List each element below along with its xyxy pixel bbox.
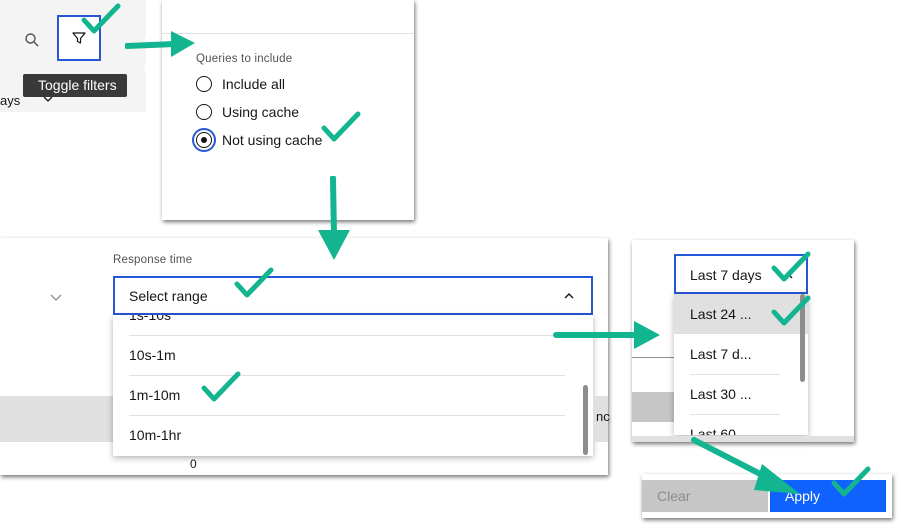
divider xyxy=(632,436,854,442)
toggle-filters-button[interactable] xyxy=(57,15,101,61)
radio-label: Include all xyxy=(222,76,286,92)
menu-option[interactable]: Last 60 ... xyxy=(690,426,751,435)
divider xyxy=(129,335,565,336)
response-time-label: Response time xyxy=(113,254,193,266)
response-time-menu[interactable]: 1s-10s 10s-1m 1m-10m 10m-1hr xyxy=(113,315,593,456)
filter-actions: Clear Apply xyxy=(642,474,892,518)
queries-legend: Queries to include xyxy=(196,53,293,65)
menu-option[interactable]: 1s-10s xyxy=(129,315,565,323)
radio-label: Not using cache xyxy=(222,132,323,148)
divider xyxy=(162,33,414,34)
divider xyxy=(690,414,780,415)
queries-filter-panel: Queries to include Include all Using cac… xyxy=(162,0,414,220)
table-header-band xyxy=(0,396,113,442)
radio-button[interactable] xyxy=(196,76,212,92)
divider xyxy=(690,374,780,375)
time-range-fragment: ays xyxy=(0,93,21,108)
select-placeholder: Select range xyxy=(129,288,208,304)
radio-button[interactable] xyxy=(196,104,212,120)
table-header-band xyxy=(632,392,674,422)
radio-button-selected[interactable] xyxy=(196,132,212,148)
scrollbar[interactable] xyxy=(583,385,588,455)
radio-include-all[interactable]: Include all xyxy=(196,76,285,92)
divider xyxy=(129,415,565,416)
search-icon xyxy=(25,33,39,47)
chevron-up-icon xyxy=(564,293,574,299)
response-time-panel: Response time Select range 1s-10s 10s-1m… xyxy=(0,238,610,475)
menu-option[interactable]: 10m-1hr xyxy=(129,427,565,443)
header-text-fragment: nc xyxy=(596,409,610,424)
search-button[interactable] xyxy=(12,18,52,62)
apply-button[interactable]: Apply xyxy=(770,480,886,512)
chevron-down-icon[interactable] xyxy=(42,93,54,105)
menu-option[interactable]: Last 24 ... xyxy=(690,306,751,322)
time-range-value: Last 7 days xyxy=(690,267,762,283)
time-range-select[interactable]: Last 7 days xyxy=(674,254,808,294)
scrollbar[interactable] xyxy=(800,294,805,382)
menu-option[interactable]: 10s-1m xyxy=(129,347,565,363)
time-range-menu[interactable]: Last 24 ... Last 7 d... Last 30 ... Last… xyxy=(674,294,808,435)
axis-label: 0 xyxy=(190,457,197,471)
divider xyxy=(632,357,674,358)
divider xyxy=(129,375,565,376)
menu-option[interactable]: 1m-10m xyxy=(129,387,565,403)
tooltip: Toggle filters xyxy=(23,74,127,97)
menu-option[interactable]: Last 30 ... xyxy=(690,386,751,402)
chevron-up-icon xyxy=(783,273,793,279)
clear-button[interactable]: Clear xyxy=(642,480,768,512)
chevron-down-icon[interactable] xyxy=(49,290,63,304)
radio-using-cache[interactable]: Using cache xyxy=(196,104,299,120)
radio-not-using-cache[interactable]: Not using cache xyxy=(196,132,322,148)
radio-label: Using cache xyxy=(222,104,300,120)
time-range-panel: Last 7 days Last 24 ... Last 7 d... Last… xyxy=(632,240,854,442)
filter-icon xyxy=(72,32,86,44)
response-time-select[interactable]: Select range xyxy=(113,276,593,315)
menu-option[interactable]: Last 7 d... xyxy=(690,346,751,362)
toolbar-panel: Toggle filters ays xyxy=(0,0,150,112)
